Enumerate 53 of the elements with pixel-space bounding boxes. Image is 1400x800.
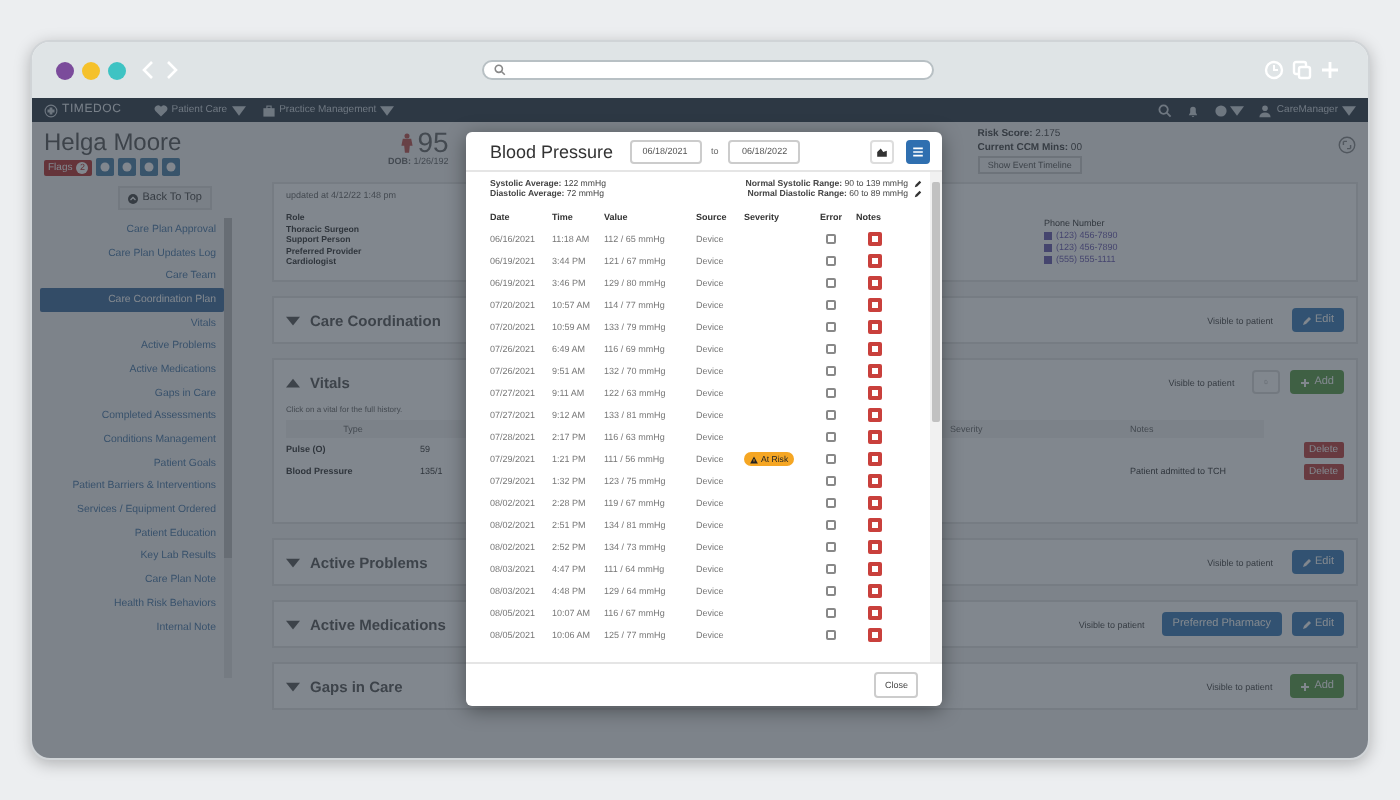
user-icon — [1258, 103, 1273, 117]
expand-icon[interactable] — [286, 619, 300, 629]
list-view-button[interactable] — [906, 139, 930, 163]
error-checkbox[interactable] — [826, 300, 836, 310]
list-icon — [912, 145, 924, 157]
error-checkbox[interactable] — [826, 498, 836, 508]
error-checkbox[interactable] — [826, 476, 836, 486]
heart-pulse-icon — [153, 103, 168, 117]
expand-icon[interactable] — [1338, 136, 1356, 154]
caret-icon — [1230, 103, 1245, 117]
error-checkbox[interactable] — [826, 234, 836, 244]
age-score: 95 — [417, 128, 449, 156]
error-checkbox[interactable] — [826, 366, 836, 376]
warning-icon — [750, 455, 758, 463]
area-chart-icon — [876, 145, 888, 157]
address-bar[interactable] — [482, 60, 934, 80]
pencil-icon — [1301, 315, 1312, 325]
expand-icon[interactable] — [286, 315, 300, 325]
plus-icon — [1300, 681, 1311, 691]
chart-view-button[interactable] — [870, 139, 894, 163]
error-checkbox[interactable] — [826, 542, 836, 552]
bell-icon[interactable] — [1186, 103, 1201, 117]
error-checkbox[interactable] — [826, 454, 836, 464]
error-checkbox[interactable] — [826, 344, 836, 354]
error-checkbox[interactable] — [826, 256, 836, 266]
expand-icon[interactable] — [286, 681, 300, 691]
patient-name: Helga Moore — [44, 128, 184, 156]
logo-icon — [44, 103, 58, 117]
caret-icon — [380, 103, 395, 117]
expand-icon[interactable] — [286, 557, 300, 567]
briefcase-icon — [261, 103, 276, 117]
pencil-icon — [1301, 557, 1312, 567]
collapse-icon[interactable] — [286, 377, 300, 387]
arrow-up-icon — [128, 193, 139, 203]
error-checkbox[interactable] — [826, 608, 836, 618]
error-checkbox[interactable] — [826, 564, 836, 574]
error-checkbox[interactable] — [826, 630, 836, 640]
person-icon — [399, 131, 414, 153]
caret-icon — [231, 103, 246, 117]
pencil-icon — [1301, 619, 1312, 629]
error-checkbox[interactable] — [826, 520, 836, 530]
search-icon — [494, 64, 506, 76]
error-checkbox[interactable] — [826, 410, 836, 420]
caret-icon — [1342, 103, 1356, 117]
search-icon[interactable] — [1158, 103, 1173, 117]
scrollbar[interactable] — [930, 172, 942, 662]
error-checkbox[interactable] — [826, 388, 836, 398]
plus-icon — [1300, 377, 1311, 387]
error-checkbox[interactable] — [826, 586, 836, 596]
error-checkbox[interactable] — [826, 432, 836, 442]
dialog-title: Blood Pressure — [490, 141, 614, 161]
error-checkbox[interactable] — [826, 278, 836, 288]
error-checkbox[interactable] — [826, 322, 836, 332]
